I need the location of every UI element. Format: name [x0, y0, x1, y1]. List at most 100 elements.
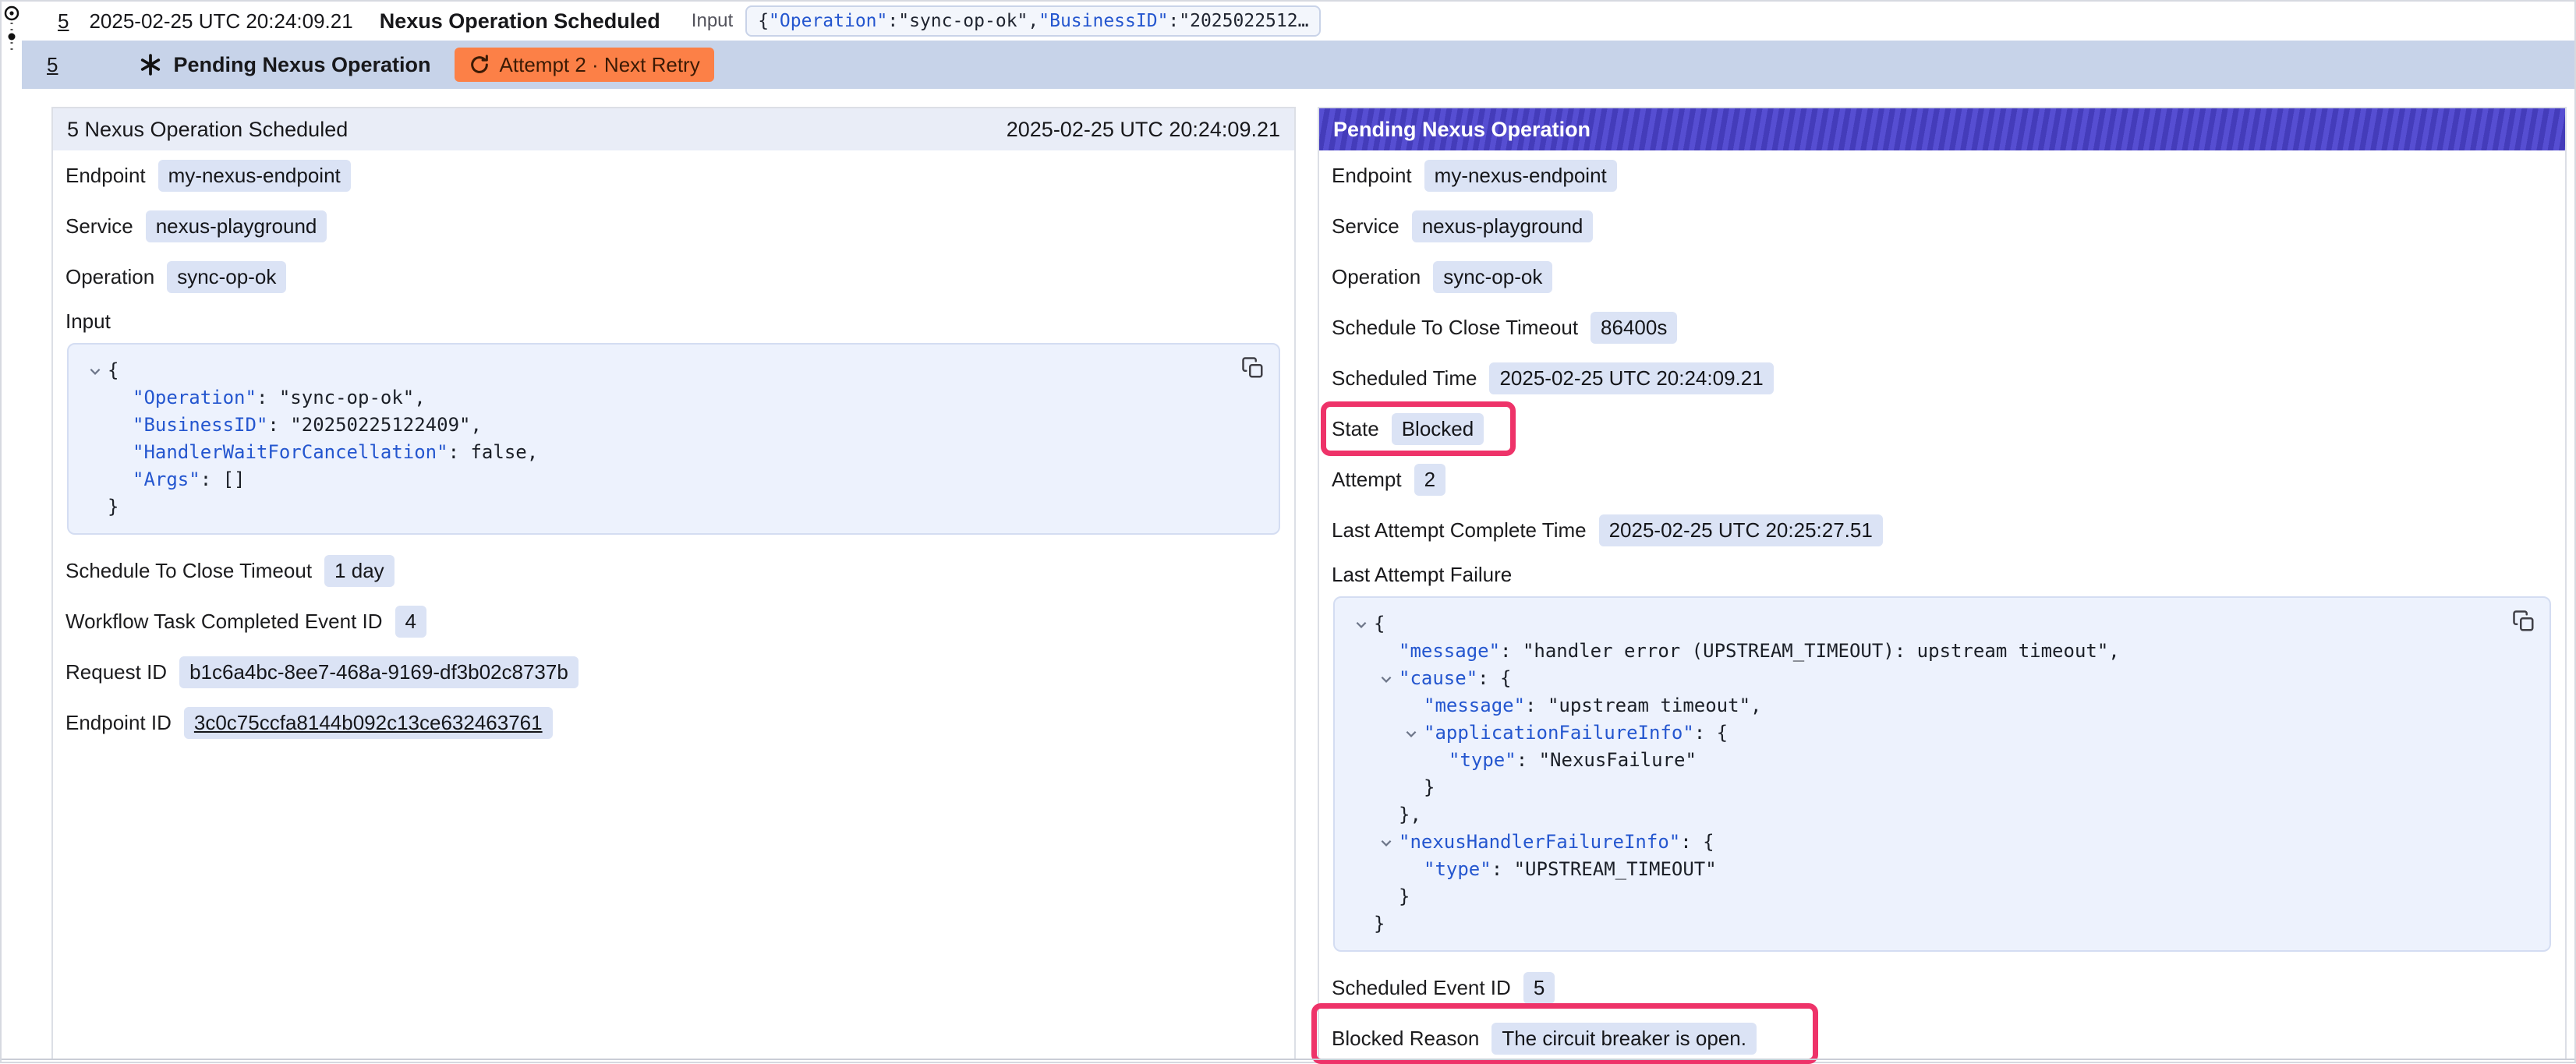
- field-label: Attempt: [1332, 468, 1402, 492]
- collapse-toggle-icon[interactable]: [1374, 672, 1399, 686]
- json-text: : {: [1680, 829, 1714, 856]
- field-row-operation: Operation sync-op-ok: [53, 252, 1294, 302]
- json-text: {: [1374, 610, 1385, 638]
- json-text: : "handler error (UPSTREAM_TIMEOUT): ups…: [1500, 638, 2120, 665]
- pending-id-link[interactable]: 5: [47, 53, 58, 77]
- field-row-service: Service nexus-playground: [1319, 201, 2565, 252]
- json-key: "message": [1399, 638, 1500, 665]
- json-line: "type": "UPSTREAM_TIMEOUT": [1343, 856, 2500, 883]
- json-key: "applicationFailureInfo": [1424, 719, 1694, 747]
- preview-key: "Operation": [769, 11, 887, 31]
- field-value-badge: sync-op-ok: [167, 261, 286, 293]
- json-text: : {: [1694, 719, 1728, 747]
- field-label: Scheduled Time: [1332, 366, 1477, 391]
- collapse-toggle-icon[interactable]: [1374, 836, 1399, 850]
- json-text: }: [108, 493, 119, 521]
- workflow-history-view: 5 2025-02-25 UTC 20:24:09.21 Nexus Opera…: [0, 0, 2576, 1063]
- field-value-badge: 4: [395, 606, 426, 638]
- failure-json-viewer: { "message": "handler error (UPSTREAM_TI…: [1333, 596, 2551, 952]
- field-row-endpoint-id: Endpoint ID 3c0c75ccfa8144b092c13ce63246…: [53, 698, 1294, 748]
- event-detail-header: 5 Nexus Operation Scheduled 2025-02-25 U…: [53, 108, 1294, 150]
- timeline-dot: [9, 34, 16, 41]
- json-text: },: [1399, 801, 1421, 829]
- input-json-viewer: { "Operation": "sync-op-ok", "BusinessID…: [67, 343, 1280, 535]
- event-row-scheduled[interactable]: 5 2025-02-25 UTC 20:24:09.21 Nexus Opera…: [22, 2, 2574, 41]
- json-line: }: [1343, 883, 2500, 910]
- event-title: Nexus Operation Scheduled: [380, 9, 660, 34]
- json-text: }: [1399, 883, 1410, 910]
- json-text: }: [1374, 910, 1385, 938]
- json-key: "Operation": [133, 384, 257, 412]
- field-row-schedule-to-close: Schedule To Close Timeout 1 day: [53, 546, 1294, 596]
- field-label: State: [1332, 417, 1379, 441]
- field-row-service: Service nexus-playground: [53, 201, 1294, 252]
- failure-section-label: Last Attempt Failure: [1319, 556, 2565, 593]
- json-line: }: [1343, 774, 2500, 801]
- collapse-toggle-icon[interactable]: [1399, 726, 1424, 741]
- json-text: : "UPSTREAM_TIMEOUT": [1491, 856, 1717, 883]
- field-row-endpoint: Endpoint my-nexus-endpoint: [53, 150, 1294, 201]
- json-line: "message": "upstream timeout",: [1343, 692, 2500, 719]
- field-row-scheduled-time: Scheduled Time 2025-02-25 UTC 20:24:09.2…: [1319, 353, 2565, 404]
- json-line: {: [76, 357, 1229, 384]
- json-line: "applicationFailureInfo": {: [1343, 719, 2500, 747]
- field-label: Endpoint: [1332, 164, 1412, 188]
- json-line: "Operation": "sync-op-ok",: [76, 384, 1229, 412]
- json-line: "BusinessID": "20250225122409",: [76, 412, 1229, 439]
- collapse-toggle-icon[interactable]: [1349, 617, 1374, 631]
- preview-text: {: [758, 11, 769, 31]
- json-line: "type": "NexusFailure": [1343, 747, 2500, 774]
- field-row-attempt: Attempt 2: [1319, 454, 2565, 505]
- event-input-label: Input: [692, 10, 733, 32]
- field-row-operation: Operation sync-op-ok: [1319, 252, 2565, 302]
- preview-text: :"2025022512…: [1168, 11, 1308, 31]
- field-value-badge: nexus-playground: [1412, 210, 1594, 242]
- copy-button[interactable]: [1238, 354, 1268, 384]
- field-label: Endpoint: [65, 164, 146, 188]
- event-id-link[interactable]: 5: [58, 9, 69, 34]
- copy-button[interactable]: [2509, 607, 2539, 637]
- field-value-badge: b1c6a4bc-8ee7-468a-9169-df3b02c8737b: [179, 656, 579, 688]
- retry-icon: [469, 54, 490, 76]
- retry-badge-label: Attempt 2 · Next Retry: [500, 53, 700, 77]
- collapse-toggle-icon[interactable]: [83, 364, 108, 378]
- json-line: "HandlerWaitForCancellation": false,: [76, 439, 1229, 466]
- field-row-blocked-reason: Blocked Reason The circuit breaker is op…: [1319, 1013, 2565, 1064]
- json-key: "cause": [1399, 665, 1477, 692]
- field-label: Scheduled Event ID: [1332, 976, 1511, 1000]
- field-row-state: State Blocked: [1319, 404, 2565, 454]
- endpoint-id-link[interactable]: 3c0c75ccfa8144b092c13ce632463761: [184, 707, 553, 739]
- field-label: Endpoint ID: [65, 711, 172, 735]
- field-label: Service: [1332, 214, 1399, 239]
- copy-icon: [2512, 610, 2535, 633]
- json-text: : false,: [448, 439, 539, 466]
- field-value-badge: 5: [1523, 972, 1555, 1004]
- json-text: }: [1424, 774, 1435, 801]
- event-input-preview[interactable]: {"Operation":"sync-op-ok","BusinessID":"…: [745, 5, 1321, 37]
- json-key: "nexusHandlerFailureInfo": [1399, 829, 1680, 856]
- json-key: "HandlerWaitForCancellation": [133, 439, 448, 466]
- event-timestamp: 2025-02-25 UTC 20:24:09.21: [89, 9, 352, 34]
- json-line: }: [1343, 910, 2500, 938]
- pending-title: Pending Nexus Operation: [173, 53, 430, 77]
- field-label: Service: [65, 214, 133, 239]
- copy-icon: [1241, 356, 1265, 380]
- event-detail-title: 5 Nexus Operation Scheduled: [67, 118, 348, 142]
- field-value-badge: my-nexus-endpoint: [158, 160, 351, 192]
- event-row-pending[interactable]: 5 Pending Nexus Operation Attempt 2 · Ne…: [22, 41, 2574, 89]
- json-text: : "20250225122409",: [267, 412, 482, 439]
- pending-operation-panel: Pending Nexus Operation Endpoint my-nexu…: [1318, 107, 2567, 1059]
- field-value-badge: 86400s: [1591, 312, 1677, 344]
- event-detail-panel: 5 Nexus Operation Scheduled 2025-02-25 U…: [51, 107, 1296, 1059]
- json-line: "Args": []: [76, 466, 1229, 493]
- json-text: : "upstream timeout",: [1525, 692, 1761, 719]
- timeline-gutter: [2, 2, 22, 95]
- field-value-badge: nexus-playground: [146, 210, 327, 242]
- pending-asterisk-icon: [139, 53, 162, 76]
- field-label: Blocked Reason: [1332, 1027, 1479, 1051]
- field-row-endpoint: Endpoint my-nexus-endpoint: [1319, 150, 2565, 201]
- field-value-badge: 2: [1414, 464, 1445, 496]
- json-line: "cause": {: [1343, 665, 2500, 692]
- field-value-badge: 1 day: [324, 555, 395, 587]
- field-value-badge: 2025-02-25 UTC 20:24:09.21: [1489, 362, 1773, 394]
